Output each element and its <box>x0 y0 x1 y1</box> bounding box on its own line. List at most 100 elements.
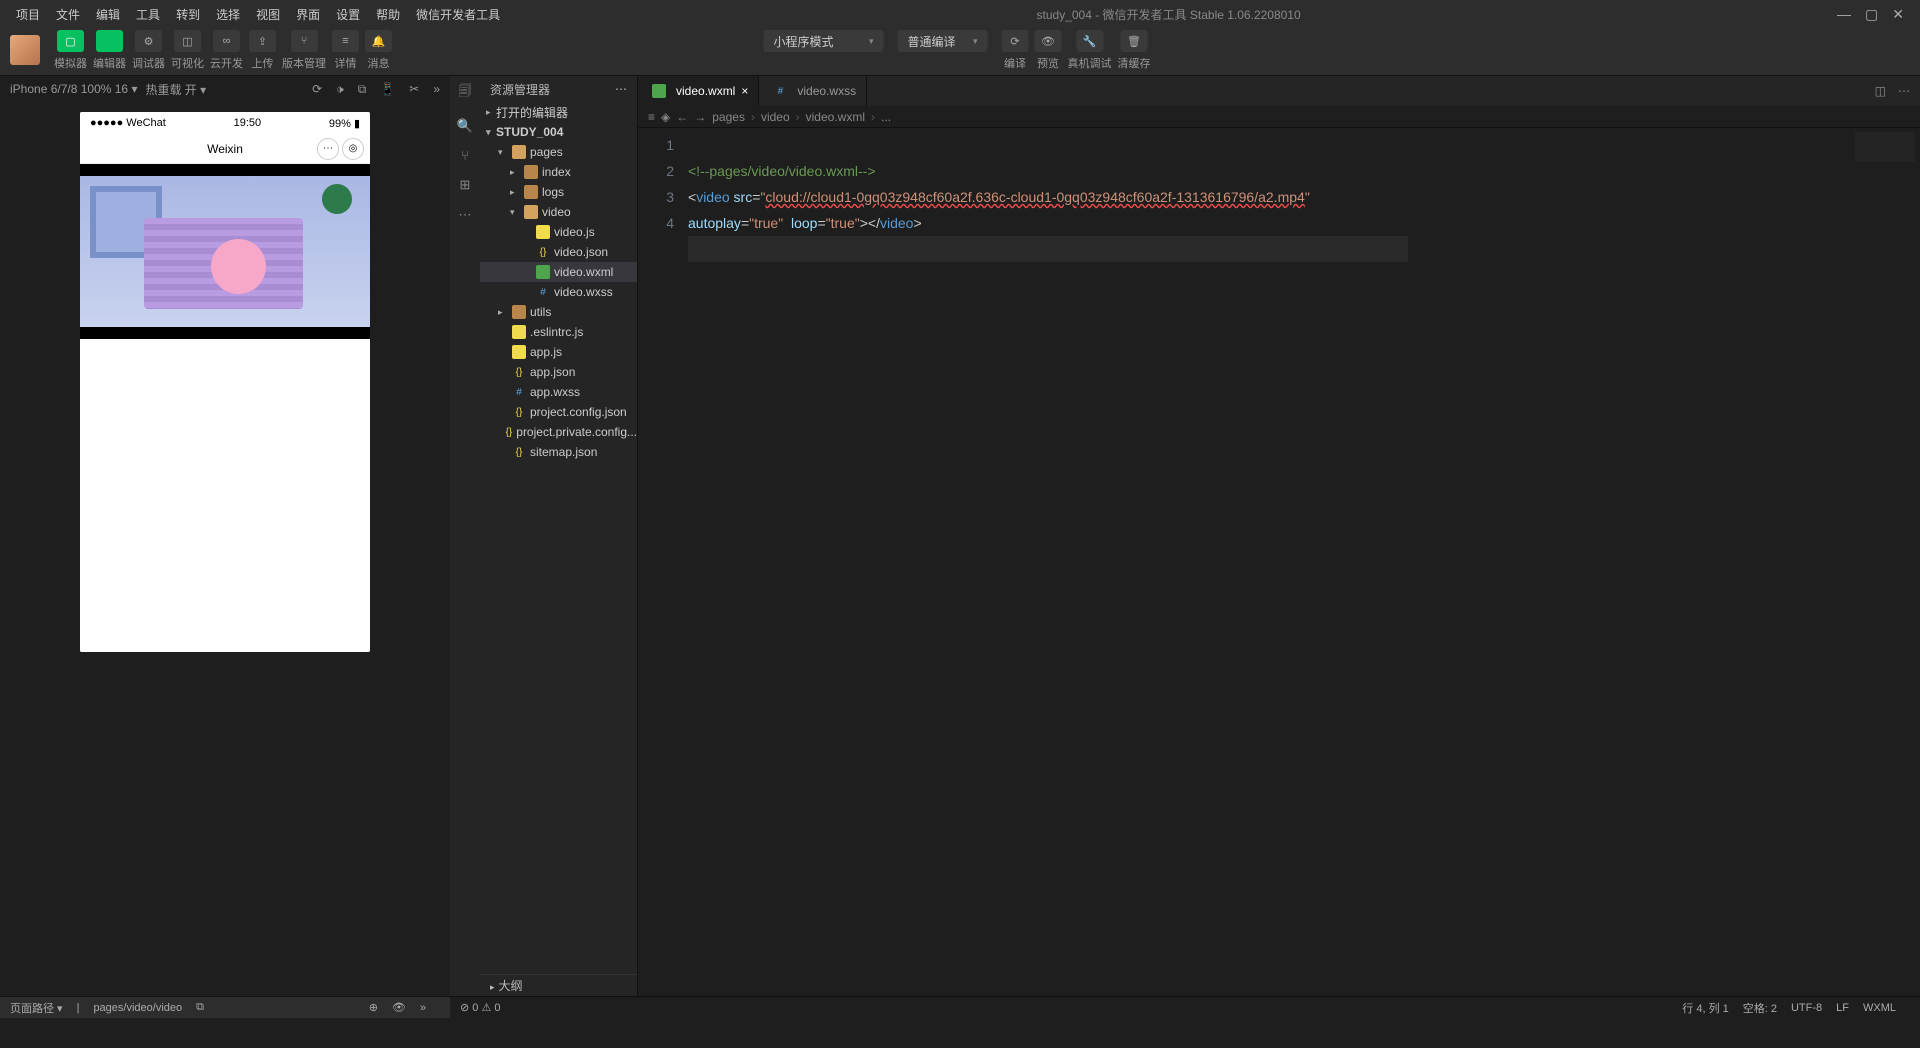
avatar[interactable] <box>10 35 40 65</box>
sim-collapse-icon[interactable]: » <box>420 1002 426 1014</box>
tree-video.json[interactable]: video.json <box>480 242 637 262</box>
language-mode[interactable]: WXML <box>1863 1002 1896 1014</box>
tb-云开发[interactable]: ∞ <box>213 30 240 52</box>
explorer-more-icon[interactable]: ⋯ <box>615 82 627 96</box>
tb-上传[interactable]: ⇪ <box>249 30 276 52</box>
crumb-nav-icon[interactable]: ≡ <box>648 110 655 124</box>
encoding[interactable]: UTF-8 <box>1791 1002 1822 1014</box>
sim-eye-icon[interactable]: 👁 <box>392 1001 406 1014</box>
page-path-value[interactable]: pages/video/video <box>93 1002 182 1014</box>
editor-footer: ⊘ 0 ⚠ 0 行 4, 列 1 空格: 2 UTF-8 LF WXML <box>450 996 1920 1018</box>
tree-.eslintrc.js[interactable]: .eslintrc.js <box>480 322 637 342</box>
project-root[interactable]: ▾STUDY_004 <box>480 122 637 142</box>
tree-app.js[interactable]: app.js <box>480 342 637 362</box>
menu-界面[interactable]: 界面 <box>288 6 328 23</box>
minimize-button[interactable]: — <box>1837 6 1851 23</box>
window-controls: — ▢ ✕ <box>1829 6 1912 23</box>
tree-logs[interactable]: ▸logs <box>480 182 637 202</box>
tb-消息[interactable]: 🔔 <box>365 30 392 52</box>
crumb-video[interactable]: video <box>761 110 790 124</box>
crumb-video.wxml[interactable]: video.wxml <box>806 110 865 124</box>
tb-模拟器[interactable]: ▢ <box>57 30 84 52</box>
tree-sitemap.json[interactable]: sitemap.json <box>480 442 637 462</box>
mode-select[interactable]: 小程序模式▾ <box>764 30 884 52</box>
sim-capture-icon[interactable]: ⧉ <box>358 82 367 97</box>
crumb-...[interactable]: ... <box>881 110 891 124</box>
sim-leaf-icon[interactable]: » <box>433 82 440 97</box>
sim-scissors-icon[interactable]: ✂ <box>409 82 419 97</box>
device-select[interactable]: iPhone 6/7/8 100% 16 ▾ <box>10 82 137 96</box>
tb-详情[interactable]: ≡ <box>332 30 359 52</box>
cursor-pos[interactable]: 行 4, 列 1 <box>1682 1000 1728 1016</box>
files-icon[interactable]: 🗐 <box>459 82 472 104</box>
open-editors-section[interactable]: ▸打开的编辑器 <box>480 102 637 122</box>
window-title: study_004 - 微信开发者工具 Stable 1.06.2208010 <box>508 6 1829 23</box>
tb-编译[interactable]: ⟳ <box>1002 30 1029 52</box>
tree-index[interactable]: ▸index <box>480 162 637 182</box>
tab-close-icon[interactable]: × <box>741 84 748 98</box>
crumb-pages[interactable]: pages <box>712 110 745 124</box>
tree-utils[interactable]: ▸utils <box>480 302 637 322</box>
capsule-close-icon[interactable] <box>342 138 364 160</box>
tb-清缓存[interactable]: 🗑 <box>1121 30 1148 52</box>
search-icon[interactable]: 🔍 <box>457 118 473 134</box>
problems-status[interactable]: ⊘ 0 ⚠ 0 <box>460 1001 500 1014</box>
tree-video.js[interactable]: video.js <box>480 222 637 242</box>
tab-video.wxml[interactable]: video.wxml× <box>638 76 759 106</box>
carrier-label: ●●●●● WeChat <box>90 117 166 129</box>
tab-more-icon[interactable]: ⋯ <box>1898 84 1910 98</box>
tb-编辑器[interactable] <box>96 30 123 52</box>
tree-pages[interactable]: ▾pages <box>480 142 637 162</box>
menu-转到[interactable]: 转到 <box>168 6 208 23</box>
indent-setting[interactable]: 空格: 2 <box>1743 1000 1777 1016</box>
maximize-button[interactable]: ▢ <box>1865 6 1878 23</box>
minimap[interactable] <box>1855 132 1915 162</box>
outline-section[interactable]: ▸大纲 <box>480 974 637 996</box>
tb-预览[interactable]: 👁 <box>1035 30 1062 52</box>
tree-video[interactable]: ▾video <box>480 202 637 222</box>
tb-可视化[interactable]: ◫ <box>174 30 201 52</box>
tb-版本管理[interactable]: ⑂ <box>291 30 318 52</box>
menu-帮助[interactable]: 帮助 <box>368 6 408 23</box>
capsule-menu-icon[interactable] <box>317 138 339 160</box>
menu-编辑[interactable]: 编辑 <box>88 6 128 23</box>
tree-app.json[interactable]: app.json <box>480 362 637 382</box>
sim-mute-icon[interactable]: 🕩 <box>336 82 344 97</box>
tree-video.wxss[interactable]: video.wxss <box>480 282 637 302</box>
split-editor-icon[interactable]: ◫ <box>1875 84 1886 98</box>
editor-gutter: 🗐 🔍 ⑂ ⊞ ⋯ <box>450 76 480 996</box>
crumb-fwd-icon[interactable]: → <box>694 110 706 124</box>
ext-icon[interactable]: ⊞ <box>460 177 471 193</box>
compile-select[interactable]: 普通编译▾ <box>898 30 988 52</box>
tb-真机调试[interactable]: 🔧 <box>1076 30 1103 52</box>
close-button[interactable]: ✕ <box>1892 6 1904 23</box>
crumb-bookmark-icon[interactable]: ◈ <box>661 110 670 124</box>
sim-target-icon[interactable]: ⊕ <box>369 1001 378 1014</box>
menu-工具[interactable]: 工具 <box>128 6 168 23</box>
battery-label: 99% ▮ <box>329 117 360 130</box>
menu-选择[interactable]: 选择 <box>208 6 248 23</box>
sim-rotate-icon[interactable]: 📱 <box>380 82 395 97</box>
tb-调试器[interactable]: ⚙ <box>135 30 162 52</box>
menu-项目[interactable]: 项目 <box>8 6 48 23</box>
tab-video.wxss[interactable]: video.wxss <box>759 76 867 106</box>
menu-设置[interactable]: 设置 <box>328 6 368 23</box>
tree-app.wxss[interactable]: app.wxss <box>480 382 637 402</box>
crumb-back-icon[interactable]: ← <box>676 110 688 124</box>
tree-video.wxml[interactable]: video.wxml <box>480 262 637 282</box>
tree-project.private.config...[interactable]: project.private.config... <box>480 422 637 442</box>
tree-project.config.json[interactable]: project.config.json <box>480 402 637 422</box>
menu-微信开发者工具[interactable]: 微信开发者工具 <box>408 6 508 23</box>
menu-视图[interactable]: 视图 <box>248 6 288 23</box>
eol[interactable]: LF <box>1836 1002 1849 1014</box>
copy-path-icon[interactable]: ⧉ <box>196 1001 204 1014</box>
menu-文件[interactable]: 文件 <box>48 6 88 23</box>
simulator-phone[interactable]: ●●●●● WeChat 19:50 99% ▮ Weixin <box>80 112 370 652</box>
video-player[interactable] <box>80 164 370 339</box>
page-path-select[interactable]: 页面路径 ▾ <box>10 1000 63 1016</box>
hot-reload-toggle[interactable]: 热重载 开 ▾ <box>145 81 206 98</box>
code-editor[interactable]: 1234 <!--pages/video/video.wxml--> <vide… <box>638 128 1920 996</box>
sim-refresh-icon[interactable]: ⟳ <box>312 82 322 97</box>
branch-icon[interactable]: ⑂ <box>461 148 469 163</box>
ellipsis-icon[interactable]: ⋯ <box>459 207 472 223</box>
